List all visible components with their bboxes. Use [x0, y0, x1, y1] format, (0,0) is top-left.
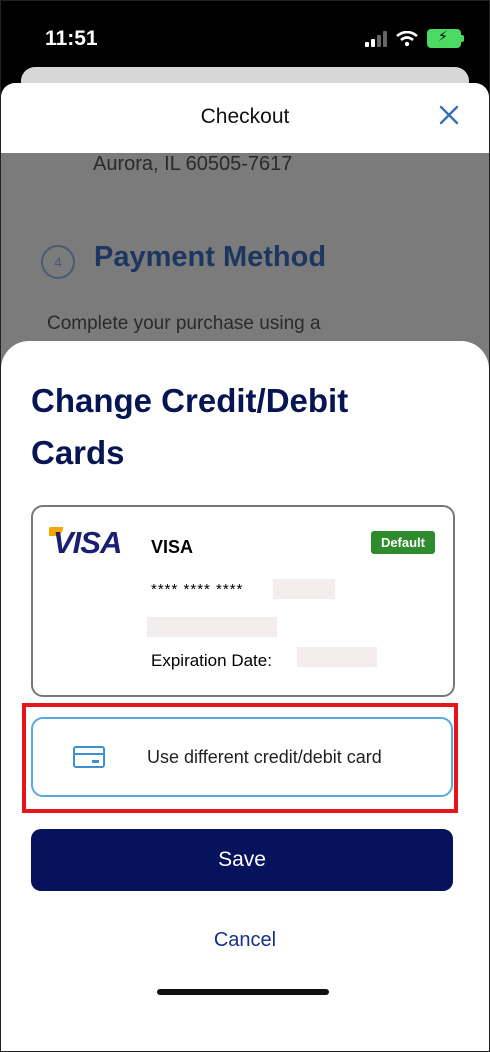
masked-card-number: **** **** ****	[151, 581, 244, 598]
status-icons: ⚡	[365, 28, 464, 48]
sheet-header: Checkout	[1, 83, 489, 153]
wifi-icon	[396, 30, 418, 46]
visa-logo: VISA	[53, 525, 122, 560]
battery-charging-icon: ⚡	[427, 28, 464, 48]
save-button[interactable]: Save	[31, 829, 453, 891]
phone-screen: 11:51 ⚡ Checkout Aurora, IL 60505-7617 4…	[0, 0, 490, 1052]
saved-card[interactable]: VISA VISA Default **** **** **** Expirat…	[31, 505, 455, 697]
redacted-card-digits	[273, 579, 335, 599]
home-indicator[interactable]	[157, 989, 329, 995]
default-badge: Default	[370, 531, 435, 554]
use-different-card-label: Use different credit/debit card	[147, 747, 382, 767]
change-card-modal: Change Credit/Debit Cards VISA VISA Defa…	[1, 341, 489, 1051]
redacted-expiration	[297, 647, 377, 667]
cancel-link[interactable]: Cancel	[1, 929, 489, 952]
redacted-cardholder	[147, 617, 277, 637]
sheet-title: Checkout	[200, 105, 290, 128]
use-different-card-button[interactable]: Use different credit/debit card	[31, 717, 453, 797]
payment-method-text: Complete your purchase using a	[47, 313, 321, 334]
shipping-address-line: Aurora, IL 60505-7617	[93, 153, 293, 175]
status-time: 11:51	[45, 27, 98, 50]
close-icon[interactable]	[435, 101, 463, 129]
card-brand: VISA	[151, 537, 194, 557]
cellular-signal-icon	[365, 30, 387, 47]
status-bar: 11:51 ⚡	[1, 1, 489, 71]
expiration-label: Expiration Date:	[151, 651, 272, 670]
credit-card-icon	[73, 746, 105, 768]
modal-title: Change Credit/Debit Cards	[31, 382, 349, 471]
payment-method-heading: Payment Method	[94, 241, 327, 273]
step-number-badge: 4	[41, 245, 75, 279]
